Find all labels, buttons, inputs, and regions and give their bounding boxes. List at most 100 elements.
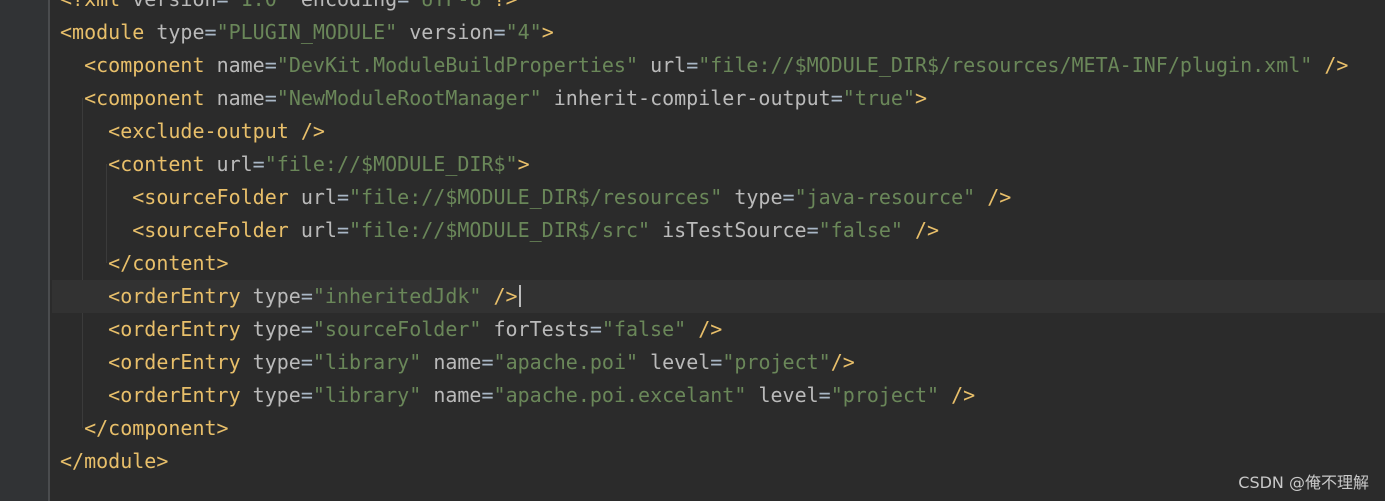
code-line[interactable]: <content url="file://$MODULE_DIR$"> xyxy=(60,148,1385,181)
xml-tag-token: </content> xyxy=(108,251,229,275)
xml-attribute-token: encoding xyxy=(301,0,397,11)
xml-equals-token: = xyxy=(252,152,265,176)
code-line[interactable]: <module type="PLUGIN_MODULE" version="4"… xyxy=(60,16,1385,49)
xml-attribute-token: type xyxy=(252,383,301,407)
code-line[interactable]: </module> xyxy=(60,445,1385,478)
xml-equals-token: = xyxy=(782,185,795,209)
xml-string-token: "project" xyxy=(722,350,831,374)
code-line[interactable]: </component> xyxy=(60,412,1385,445)
xml-string-token: "file://$MODULE_DIR$" xyxy=(264,152,518,176)
code-line[interactable]: <sourceFolder url="file://$MODULE_DIR$/r… xyxy=(60,181,1385,214)
xml-attribute-token: name xyxy=(433,383,482,407)
code-line-current[interactable]: <orderEntry type="inheritedJdk" /> xyxy=(52,280,1385,313)
xml-equals-token: = xyxy=(806,218,819,242)
code-line[interactable]: </content> xyxy=(60,247,1385,280)
xml-tag-token: <sourceFolder xyxy=(132,218,289,242)
xml-attribute-token: version xyxy=(409,20,494,44)
xml-tag-token: /> xyxy=(914,218,940,242)
xml-tag-token: /> xyxy=(300,119,325,143)
xml-string-token: "4" xyxy=(505,20,542,44)
xml-attribute-token: inherit-compiler-output xyxy=(553,86,831,110)
xml-tag-token: > xyxy=(541,20,554,44)
xml-attribute-token: type xyxy=(156,20,205,44)
code-line[interactable]: <orderEntry type="library" name="apache.… xyxy=(60,346,1385,379)
xml-string-token: "project" xyxy=(830,383,940,407)
xml-tag-token: /> xyxy=(987,185,1012,209)
xml-equals-token: = xyxy=(589,317,602,341)
xml-equals-token: = xyxy=(686,53,699,77)
xml-attribute-token: url xyxy=(300,218,337,242)
text-caret xyxy=(518,285,521,307)
xml-tag-token: <exclude-output xyxy=(108,119,289,143)
xml-tag-token: </component> xyxy=(84,416,229,440)
xml-equals-token: = xyxy=(481,350,494,374)
xml-attribute-token: type xyxy=(252,317,301,341)
xml-attribute-token: type xyxy=(252,284,301,308)
code-line[interactable]: <?xml version="1.0" encoding="UTF-8"?> xyxy=(60,0,1385,16)
xml-equals-token: = xyxy=(336,218,350,242)
code-line[interactable]: <component name="DevKit.ModuleBuildPrope… xyxy=(60,49,1385,82)
code-line[interactable]: <sourceFolder url="file://$MODULE_DIR$/s… xyxy=(60,214,1385,247)
code-area[interactable]: <?xml version="1.0" encoding="UTF-8"?><m… xyxy=(52,0,1385,478)
xml-string-token: "PLUGIN_MODULE" xyxy=(216,20,398,44)
xml-string-token: "library" xyxy=(312,383,422,407)
xml-attribute-token: url xyxy=(216,152,253,176)
xml-tag-token: <module xyxy=(60,20,145,44)
xml-tag-token: > xyxy=(517,152,530,176)
code-line[interactable]: <orderEntry type="sourceFolder" forTests… xyxy=(60,313,1385,346)
xml-string-token: "NewModuleRootManager" xyxy=(276,86,542,110)
code-line[interactable]: <orderEntry type="library" name="apache.… xyxy=(60,379,1385,412)
code-line[interactable]: <component name="NewModuleRootManager" i… xyxy=(60,82,1385,115)
xml-string-token: "DevKit.ModuleBuildProperties" xyxy=(276,53,639,77)
xml-string-token: "UTF-8" xyxy=(409,0,493,11)
xml-attribute-token: url xyxy=(300,185,337,209)
xml-equals-token: = xyxy=(300,284,313,308)
xml-equals-token: = xyxy=(217,0,229,11)
xml-tag-token: /> xyxy=(698,317,723,341)
xml-string-token: "file://$MODULE_DIR$/resources/META-INF/… xyxy=(698,53,1313,77)
xml-string-token: "inheritedJdk" xyxy=(312,284,482,308)
xml-tag-token: </module> xyxy=(60,449,169,473)
xml-equals-token: = xyxy=(264,86,277,110)
xml-equals-token: = xyxy=(300,383,313,407)
xml-equals-token: = xyxy=(493,20,506,44)
xml-equals-token: = xyxy=(710,350,723,374)
code-editor[interactable]: <?xml version="1.0" encoding="UTF-8"?><m… xyxy=(0,0,1385,501)
xml-tag-token: <orderEntry xyxy=(108,383,241,407)
xml-string-token: "false" xyxy=(818,218,903,242)
xml-tag-token: <orderEntry xyxy=(108,350,241,374)
xml-attribute-token: name xyxy=(433,350,482,374)
editor-gutter[interactable] xyxy=(0,0,50,501)
xml-tag-token: <component xyxy=(84,53,205,77)
xml-tag-token: <content xyxy=(108,152,205,176)
code-line[interactable]: <exclude-output /> xyxy=(60,115,1385,148)
xml-tag-token: <sourceFolder xyxy=(132,185,289,209)
